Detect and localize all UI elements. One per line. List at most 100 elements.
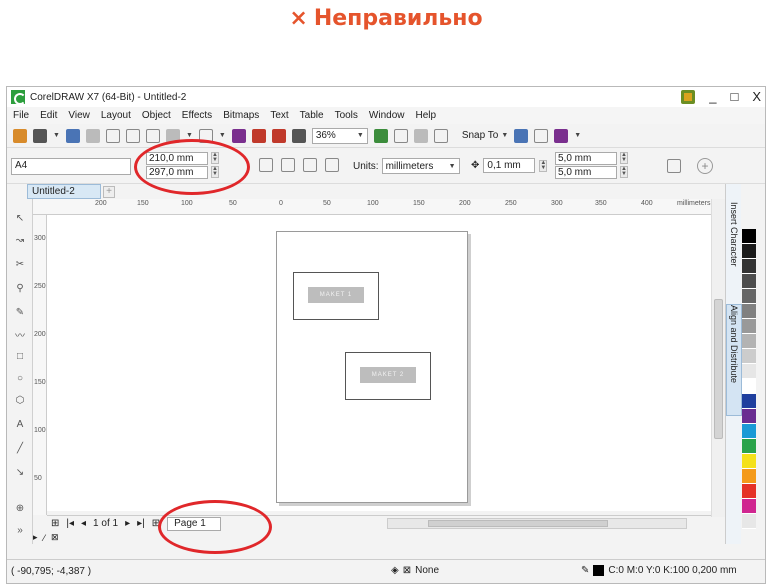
palette-swatch[interactable] bbox=[742, 514, 756, 529]
duplicate-x-input[interactable]: 5,0 mm bbox=[555, 151, 617, 165]
all-pages-icon[interactable] bbox=[303, 158, 317, 172]
palette-swatch[interactable] bbox=[742, 259, 756, 274]
menu-edit[interactable]: Edit bbox=[40, 110, 57, 121]
connector-tool-icon[interactable]: ↘ bbox=[12, 464, 28, 480]
vertical-ruler[interactable]: 300 250 200 150 100 50 bbox=[33, 215, 47, 515]
menu-object[interactable]: Object bbox=[142, 110, 171, 121]
palette-swatch[interactable] bbox=[742, 499, 756, 514]
menu-effects[interactable]: Effects bbox=[182, 110, 212, 121]
add-page-after-icon[interactable]: ⊞ bbox=[152, 518, 160, 529]
drawing-canvas[interactable]: MAKET 1 MAKET 2 bbox=[47, 215, 711, 511]
fill-bucket-icon[interactable]: ◈ bbox=[391, 565, 399, 576]
text-tool-icon[interactable]: A bbox=[12, 416, 28, 432]
first-page-icon[interactable]: |◂ bbox=[66, 518, 74, 529]
rectangle-tool-icon[interactable]: □ bbox=[12, 348, 28, 364]
docker-align-distribute[interactable]: Align and Distribute bbox=[726, 304, 742, 416]
full-screen-icon[interactable] bbox=[373, 128, 388, 143]
launcher-dropdown-icon[interactable]: ▼ bbox=[574, 132, 581, 139]
show-grid-icon[interactable] bbox=[413, 128, 428, 143]
app-launcher-icon[interactable] bbox=[681, 90, 696, 104]
page-height-input[interactable]: 297,0 mm bbox=[146, 165, 208, 179]
add-tool-icon[interactable]: ⊕ bbox=[12, 500, 28, 516]
palette-swatch[interactable] bbox=[742, 274, 756, 289]
freehand-tool-icon[interactable]: ✎ bbox=[12, 304, 28, 320]
add-property-icon[interactable]: + bbox=[697, 158, 713, 174]
palette-swatch[interactable] bbox=[742, 334, 756, 349]
page-height-spinner-icon[interactable]: ▲ ▼ bbox=[211, 166, 219, 178]
menu-view[interactable]: View bbox=[68, 110, 90, 121]
document-tab[interactable]: Untitled-2 bbox=[27, 184, 101, 199]
palette-swatch[interactable] bbox=[742, 379, 756, 394]
show-guidelines-icon[interactable] bbox=[433, 128, 448, 143]
polygon-tool-icon[interactable]: ⬡ bbox=[12, 392, 28, 408]
dimension-tool-icon[interactable]: ╱ bbox=[12, 440, 28, 456]
palette-swatch[interactable] bbox=[742, 349, 756, 364]
publish-pdf-icon[interactable] bbox=[291, 128, 306, 143]
palette-swatch[interactable] bbox=[742, 394, 756, 409]
pick-tool-icon[interactable]: ↖ bbox=[12, 210, 28, 226]
eyedropper-icon[interactable]: ⁄ bbox=[44, 533, 46, 543]
palette-swatch[interactable] bbox=[742, 484, 756, 499]
palette-swatch[interactable] bbox=[742, 289, 756, 304]
options-icon[interactable] bbox=[534, 128, 549, 143]
undo-icon[interactable] bbox=[165, 128, 180, 143]
expand-toolbox-icon[interactable]: » bbox=[12, 522, 28, 538]
menu-bitmaps[interactable]: Bitmaps bbox=[223, 110, 259, 121]
ellipse-tool-icon[interactable]: ○ bbox=[12, 370, 28, 386]
vertical-scrollbar[interactable] bbox=[711, 199, 725, 517]
save-icon[interactable] bbox=[65, 128, 80, 143]
maket-2-frame[interactable]: MAKET 2 bbox=[345, 352, 431, 400]
palette-swatch[interactable] bbox=[742, 229, 756, 244]
zoom-level-select[interactable]: 36% ▼ bbox=[311, 127, 368, 144]
redo-dropdown-icon[interactable]: ▼ bbox=[219, 132, 226, 139]
new-document-icon[interactable] bbox=[13, 128, 27, 143]
show-rulers-icon[interactable] bbox=[393, 128, 408, 143]
export-icon[interactable] bbox=[271, 128, 286, 143]
last-page-icon[interactable]: ▸| bbox=[137, 518, 145, 529]
page-tab[interactable]: Page 1 bbox=[167, 516, 221, 531]
page-sheet[interactable]: MAKET 1 MAKET 2 bbox=[276, 231, 468, 503]
next-page-icon[interactable]: ▸ bbox=[125, 518, 130, 529]
shape-tool-icon[interactable]: ↝ bbox=[12, 232, 28, 248]
open-dropdown-icon[interactable]: ▼ bbox=[53, 132, 60, 139]
nudge-distance-input[interactable]: 0,1 mm bbox=[483, 158, 536, 173]
maximize-button[interactable]: □ bbox=[730, 90, 738, 104]
paste-icon[interactable] bbox=[145, 128, 160, 143]
no-color-icon[interactable]: ⊠ bbox=[51, 532, 59, 543]
portrait-icon[interactable] bbox=[259, 158, 273, 172]
paper-size-select[interactable]: A4 bbox=[11, 158, 131, 175]
menu-file[interactable]: File bbox=[13, 110, 29, 121]
horizontal-ruler[interactable]: 200 150 100 50 0 50 100 150 200 250 300 … bbox=[33, 199, 725, 215]
add-page-icon[interactable]: ⊞ bbox=[51, 518, 59, 529]
cut-icon[interactable] bbox=[105, 128, 120, 143]
horizontal-scroll-thumb[interactable] bbox=[428, 520, 608, 527]
landscape-icon[interactable] bbox=[281, 158, 295, 172]
current-page-icon[interactable] bbox=[325, 158, 339, 172]
zoom-tool-icon[interactable]: ⚲ bbox=[12, 280, 28, 296]
page-width-spinner-icon[interactable]: ▲ ▼ bbox=[211, 152, 219, 164]
menu-help[interactable]: Help bbox=[416, 110, 437, 121]
page-width-input[interactable]: 210,0 mm bbox=[146, 151, 208, 165]
open-folder-icon[interactable] bbox=[33, 128, 47, 143]
expand-icon[interactable]: ▸ bbox=[33, 532, 38, 543]
palette-swatch[interactable] bbox=[742, 424, 756, 439]
menu-text[interactable]: Text bbox=[270, 110, 288, 121]
vertical-scroll-thumb[interactable] bbox=[714, 299, 723, 439]
horizontal-scrollbar[interactable] bbox=[387, 518, 687, 529]
palette-swatch[interactable] bbox=[742, 469, 756, 484]
palette-swatch[interactable] bbox=[742, 364, 756, 379]
menu-tools[interactable]: Tools bbox=[335, 110, 358, 121]
crop-tool-icon[interactable]: ✂ bbox=[12, 256, 28, 272]
outline-pen-icon[interactable]: ✎ bbox=[581, 565, 589, 576]
duplicate-y-input[interactable]: 5,0 mm bbox=[555, 165, 617, 179]
palette-swatch[interactable] bbox=[742, 319, 756, 334]
application-launcher-icon[interactable] bbox=[554, 128, 569, 143]
minimize-button[interactable]: _ bbox=[709, 90, 716, 104]
maket-1-frame[interactable]: MAKET 1 bbox=[293, 272, 379, 320]
prev-page-icon[interactable]: ◂ bbox=[81, 518, 86, 529]
search-content-icon[interactable] bbox=[231, 128, 246, 143]
welcome-screen-icon[interactable] bbox=[514, 128, 529, 143]
duplicate-y-spinner-icon[interactable]: ▲ ▼ bbox=[620, 166, 628, 178]
units-select[interactable]: millimeters ▼ bbox=[381, 158, 460, 174]
docker-insert-character[interactable]: Insert Character bbox=[726, 202, 742, 298]
